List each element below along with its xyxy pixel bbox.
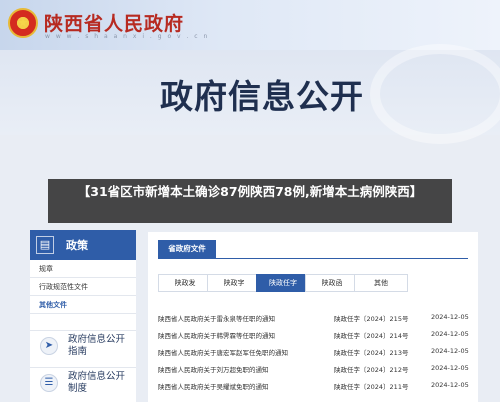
filter-chip-shaanzhengzi[interactable]: 陕政字 xyxy=(207,274,261,292)
tab-provincial-documents[interactable]: 省政府文件 xyxy=(158,240,216,258)
row-title[interactable]: 陕西省人民政府关于雷永泉等任职的通知 xyxy=(158,313,275,323)
sidebar-card-disclosure-guide[interactable]: ➤ 政府信息公开指南 xyxy=(30,330,136,360)
filter-chip-shaanzhengrenzi[interactable]: 陕政任字 xyxy=(256,274,310,292)
sidebar-item-rules[interactable]: 规章 xyxy=(30,260,136,278)
row-date: 2024-12-05 xyxy=(431,330,469,338)
sidebar-card-disclosure-system[interactable]: ☰ 政府信息公开制度 xyxy=(30,367,136,397)
row-title[interactable]: 陕西省人民政府关于唐宏军赵军任免职的通知 xyxy=(158,347,288,357)
row-number: 陕政任字〔2024〕212号 xyxy=(334,366,409,374)
row-title[interactable]: 陕西省人民政府关于韩霁霖等任职的通知 xyxy=(158,330,275,340)
row-date: 2024-12-05 xyxy=(431,364,469,372)
documents-panel: 省政府文件 陕政发 陕政字 陕政任字 陕政函 其他 陕西省人民政府关于雷永泉等任… xyxy=(148,232,478,402)
headline-caption-text: 【31省区市新增本土确诊87例陕西78例,新增本土病例陕西】 xyxy=(77,184,423,199)
table-row[interactable]: 陕西省人民政府关于唐宏军赵军任免职的通知 陕政任字〔2024〕213号 2024… xyxy=(158,343,478,359)
sidebar: ▤ 政策 规章 行政规范性文件 其他文件 ➤ 政府信息公开指南 ☰ 政府信息公开… xyxy=(30,230,136,402)
content-area: ▤ 政策 规章 行政规范性文件 其他文件 ➤ 政府信息公开指南 ☰ 政府信息公开… xyxy=(0,135,500,402)
site-title[interactable]: 陕西省人民政府 xyxy=(44,9,184,36)
sidebar-header[interactable]: ▤ 政策 xyxy=(30,230,136,260)
row-number: 陕政任字〔2024〕214号 xyxy=(334,332,409,340)
filter-chip-other[interactable]: 其他 xyxy=(354,274,408,292)
panel-divider xyxy=(158,258,468,259)
row-date: 2024-12-05 xyxy=(431,381,469,389)
sidebar-card-label: 政府信息公开指南 xyxy=(68,334,126,357)
document-icon: ▤ xyxy=(36,236,54,254)
row-date: 2024-12-05 xyxy=(431,313,469,321)
filter-chip-shaanzhengfa[interactable]: 陕政发 xyxy=(158,274,212,292)
table-row[interactable]: 陕西省人民政府关于韩霁霖等任职的通知 陕政任字〔2024〕214号 2024-1… xyxy=(158,326,478,342)
sidebar-item-normative-docs[interactable]: 行政规范性文件 xyxy=(30,278,136,296)
table-row[interactable]: 陕西省人民政府关于雷永泉等任职的通知 陕政任字〔2024〕215号 2024-1… xyxy=(158,309,478,325)
row-title[interactable]: 陕西省人民政府关于刘万超免职的通知 xyxy=(158,364,269,374)
filter-chip-shaanzhenghan[interactable]: 陕政函 xyxy=(305,274,359,292)
national-emblem-icon: ★ xyxy=(8,8,38,38)
row-number: 陕政任字〔2024〕211号 xyxy=(334,383,409,391)
list-icon: ☰ xyxy=(40,374,58,392)
site-header: ★ 陕西省人民政府 w w w . s h a a n x i . g o v … xyxy=(0,0,500,50)
hero-banner: 政府信息公开 xyxy=(0,44,500,144)
row-number: 陕政任字〔2024〕213号 xyxy=(334,349,409,357)
table-row[interactable]: 陕西省人民政府关于刘万超免职的通知 陕政任字〔2024〕212号 2024-12… xyxy=(158,360,478,376)
row-number: 陕政任字〔2024〕215号 xyxy=(334,315,409,323)
row-date: 2024-12-05 xyxy=(431,347,469,355)
headline-caption-overlay: 【31省区市新增本土确诊87例陕西78例,新增本土病例陕西】 xyxy=(48,179,452,223)
row-title[interactable]: 陕西省人民政府关于吴耀斌免职的通知 xyxy=(158,381,269,391)
table-row[interactable]: 陕西省人民政府关于吴耀斌免职的通知 陕政任字〔2024〕211号 2024-12… xyxy=(158,377,478,393)
decorative-ring xyxy=(370,44,500,144)
sidebar-item-other-docs[interactable]: 其他文件 xyxy=(30,296,136,314)
sidebar-header-label: 政策 xyxy=(66,239,88,252)
page-title: 政府信息公开 xyxy=(160,77,364,116)
site-url: w w w . s h a a n x i . g o v . c n xyxy=(45,33,210,40)
compass-icon: ➤ xyxy=(40,337,58,355)
sidebar-card-label: 政府信息公开制度 xyxy=(68,371,126,394)
